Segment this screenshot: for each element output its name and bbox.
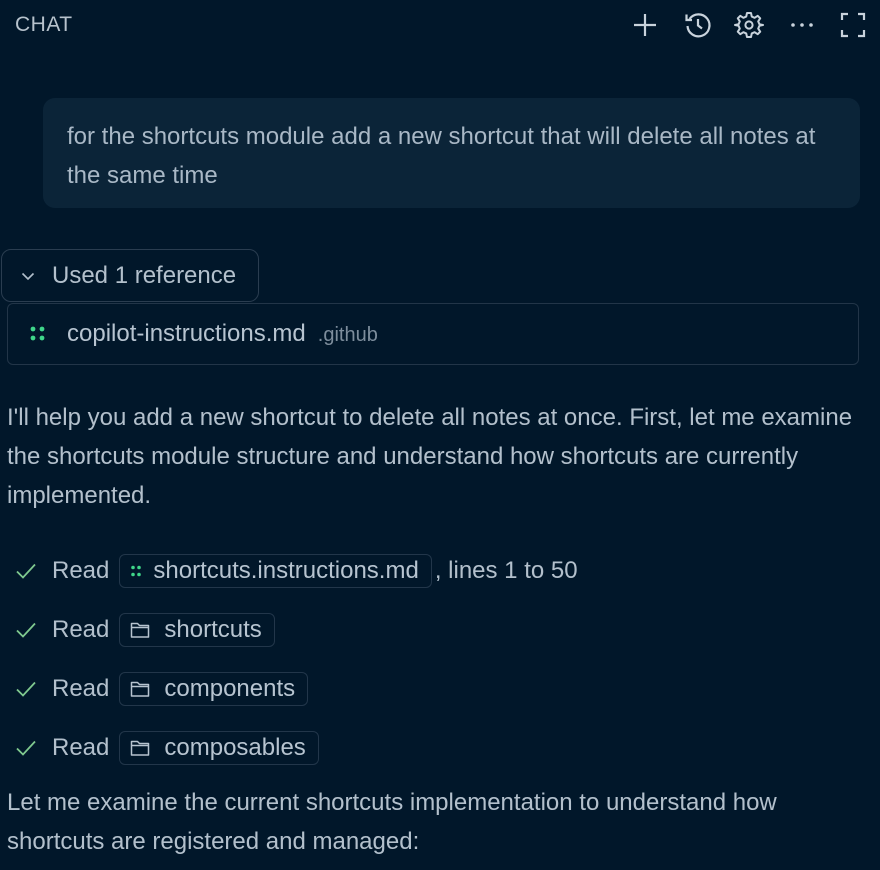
reference-file-dir: .github [317,323,378,346]
user-message: for the shortcuts module add a new short… [43,98,860,208]
chat-panel: CHAT for the shortcuts module add a new … [0,0,880,870]
read-suffix: , lines 1 to 50 [434,557,578,584]
folder-icon [130,621,150,639]
more-actions-button[interactable] [786,9,818,41]
read-step: Read components [15,670,309,708]
more-icon [788,11,816,39]
read-label: Read [52,616,110,643]
new-chat-button[interactable] [629,9,661,41]
read-label: Read [52,734,110,761]
maximize-icon [839,11,867,39]
maximize-button[interactable] [837,9,869,41]
panel-title: CHAT [15,13,73,36]
instructions-file-icon [29,325,47,343]
check-icon [15,619,39,641]
chat-header: CHAT [0,0,880,50]
folder-icon [130,680,150,698]
history-icon [683,10,713,40]
folder-chip-label: shortcuts [164,616,262,643]
references-toggle-label: Used 1 reference [52,261,237,289]
folder-chip-label: components [164,675,296,702]
response-followup: Let me examine the current shortcuts imp… [7,789,777,855]
read-step: Read shortcuts.instructions.md , lines 1… [15,552,578,590]
plus-icon [631,11,659,39]
folder-icon [130,739,150,757]
check-icon [15,560,39,582]
read-step: Read composables [15,729,319,767]
references-toggle[interactable]: Used 1 reference [1,249,259,302]
instructions-file-icon [130,564,142,578]
chevron-down-icon [20,268,36,284]
history-button[interactable] [682,9,714,41]
check-icon [15,678,39,700]
folder-chip[interactable]: components [119,672,309,706]
read-label: Read [52,557,110,584]
check-icon [15,737,39,759]
response-intro: I'll help you add a new shortcut to dele… [7,404,853,509]
read-step: Read shortcuts [15,611,275,649]
file-chip-label: shortcuts.instructions.md [153,557,419,584]
file-chip[interactable]: shortcuts.instructions.md [119,554,432,588]
settings-button[interactable] [733,9,765,41]
folder-chip-label: composables [164,734,306,761]
folder-chip[interactable]: shortcuts [119,613,275,647]
gear-icon [734,10,764,40]
reference-file-name: copilot-instructions.md [67,320,306,347]
folder-chip[interactable]: composables [119,731,319,765]
reference-file[interactable]: copilot-instructions.md .github [7,303,859,365]
read-label: Read [52,675,110,702]
